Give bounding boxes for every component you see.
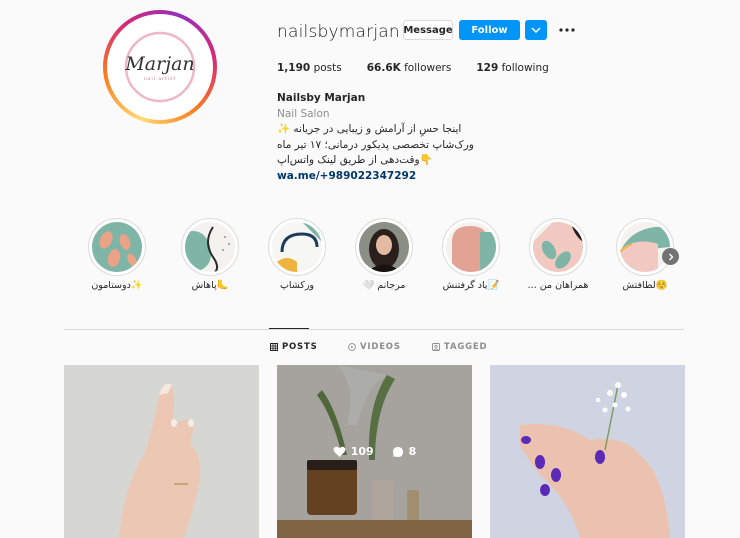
following-stat[interactable]: 129 following [476, 62, 548, 74]
profile-tabs: POSTS VIDEOS TAGGED [0, 342, 740, 356]
follow-button[interactable]: Follow [459, 20, 520, 40]
posts-label: posts [313, 62, 342, 74]
highlight-label: 🦶پاهاش [191, 280, 229, 291]
highlight-label: 📝یاد گرفتنش [442, 280, 500, 291]
tab-tagged-label: TAGGED [444, 342, 488, 352]
highlight-item[interactable]: 📝یاد گرفتنش [440, 218, 502, 291]
active-tab-indicator [269, 328, 309, 329]
comments-count: 8 [408, 445, 417, 458]
chevron-down-icon [531, 27, 541, 33]
highlight-item[interactable]: ورکشاپ [266, 218, 328, 291]
avatar-image: Marjan nail artist [111, 18, 209, 116]
highlight-label: ✨دوستامون [91, 280, 143, 291]
tag-icon [432, 343, 440, 351]
leaf-pattern-icon [92, 222, 142, 272]
bio-line-3: 👇وقت‌دهی از طریق لینک واتس‌اپ [277, 154, 433, 166]
section-divider [64, 329, 684, 330]
workshop-shapes-icon [272, 222, 322, 272]
post-thumbnail[interactable] [64, 365, 259, 538]
tab-videos-label: VIDEOS [360, 342, 401, 352]
following-label: following [501, 62, 549, 74]
highlight-label: مرجانم 🤍 [362, 280, 406, 291]
highlight-label: همراهان من ... [527, 280, 589, 291]
highlight-item[interactable]: ✨دوستامون [86, 218, 148, 291]
tab-posts-label: POSTS [282, 342, 318, 352]
hand-flowers-image [490, 365, 685, 538]
highlight-cover [442, 218, 500, 276]
highlight-cover [529, 218, 587, 276]
post-hover-overlay: 109 8 [277, 365, 472, 538]
post-thumbnail[interactable]: 109 8 [277, 365, 472, 538]
followers-count: 66.6K [366, 62, 401, 74]
circle-shapes-icon [620, 222, 670, 272]
highlight-label: ورکشاپ [279, 280, 314, 291]
avatar-border: Marjan nail artist [107, 14, 213, 120]
following-count: 129 [476, 62, 499, 74]
followers-label: followers [404, 62, 452, 74]
bio-category: Nail Salon [277, 107, 330, 120]
profile-username: nailsbymarjan [277, 22, 400, 42]
followers-stat[interactable]: 66.6K followers [367, 62, 452, 74]
portrait-photo-icon [359, 222, 409, 272]
comment-icon [392, 446, 403, 457]
more-options-button[interactable] [556, 22, 578, 38]
chevron-right-icon [668, 253, 673, 260]
highlight-item[interactable]: همراهان من ... [527, 218, 589, 291]
comments-count-display: 8 [392, 445, 417, 458]
highlight-label: ☺️لطافتش [622, 280, 668, 291]
highlight-cover [181, 218, 239, 276]
likes-count: 109 [350, 445, 374, 458]
abstract-curves-icon [185, 222, 235, 272]
hand-nails-image [64, 365, 259, 538]
heart-icon [333, 446, 346, 457]
profile-stats: 1,190 posts 66.6K followers 129 followin… [277, 62, 574, 74]
highlight-cover [355, 218, 413, 276]
bio-link[interactable]: wa.me/+989022347292 [277, 169, 474, 185]
bio-line-2: ورک‌شاپ تخصصی پدیکور درمانی؛ ۱۷ تیر ماه [277, 138, 474, 151]
logo-subtext: nail artist [144, 76, 176, 82]
posts-count: 1,190 [277, 62, 311, 74]
posts-stat: 1,190 posts [277, 62, 342, 74]
video-icon [348, 343, 356, 351]
bio-line-1: اینجا حسِ از آرامش و زیبایی در جریانه ✨ [277, 123, 462, 135]
marjan-logo: Marjan nail artist [124, 31, 196, 103]
tab-videos[interactable]: VIDEOS [348, 342, 401, 352]
highlight-item[interactable]: مرجانم 🤍 [353, 218, 415, 291]
grid-icon [270, 343, 278, 351]
highlight-item[interactable]: 🦶پاهاش [179, 218, 241, 291]
highlight-cover [616, 218, 674, 276]
logo-text: Marjan [124, 53, 194, 75]
likes-count-display: 109 [333, 445, 374, 458]
post-thumbnail[interactable] [490, 365, 685, 538]
suggested-dropdown-button[interactable] [525, 20, 547, 40]
highlight-cover [88, 218, 146, 276]
more-dots-icon [559, 28, 575, 32]
profile-bio: Nailsby Marjan Nail Salon اینجا حسِ از آ… [277, 91, 474, 184]
highlights-next-button[interactable] [662, 248, 679, 265]
profile-avatar[interactable]: Marjan nail artist [103, 10, 217, 124]
message-button[interactable]: Message [403, 20, 453, 40]
tab-posts[interactable]: POSTS [270, 342, 318, 352]
bio-name: Nailsby Marjan [277, 92, 366, 104]
highlight-cover [268, 218, 326, 276]
leaf-pink-icon [533, 222, 583, 272]
arch-shape-icon [446, 222, 496, 272]
tab-tagged[interactable]: TAGGED [432, 342, 487, 352]
